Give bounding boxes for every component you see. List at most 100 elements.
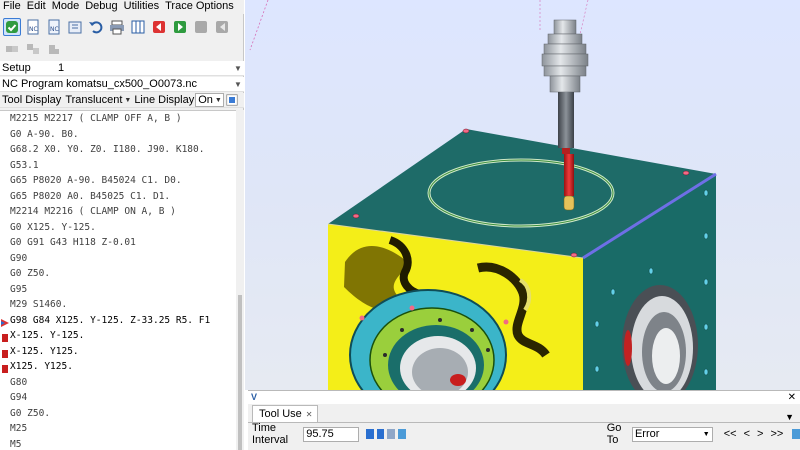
code-line[interactable]: G65 P8020 A-90. B45024 C1. D0. — [0, 173, 236, 189]
nc-import-icon[interactable] — [66, 18, 84, 36]
code-line[interactable]: G53.1 — [0, 158, 236, 174]
tab-tool-use[interactable]: Tool Use ✕ — [252, 405, 318, 422]
panel-tab-bar: Tool Use ✕ ▼ — [248, 405, 800, 423]
link-icon[interactable] — [3, 40, 21, 58]
code-line[interactable]: G80 — [0, 375, 236, 391]
tab-close-icon[interactable]: ✕ — [306, 410, 313, 419]
time-interval-label: Time Interval — [252, 422, 289, 446]
go-to-label: Go To — [606, 422, 622, 446]
code-line[interactable]: G0 G91 G43 H118 Z-0.01 — [0, 235, 236, 251]
chevron-down-icon[interactable]: ▼ — [232, 80, 244, 89]
trace-icon[interactable] — [192, 18, 210, 36]
settings-icon[interactable] — [225, 93, 239, 107]
code-line[interactable]: M2214 M2216 ( CLAMP ON A, B ) — [0, 204, 236, 220]
menu-file[interactable]: File — [0, 0, 24, 14]
machine-scene — [249, 0, 717, 390]
left-panel: File Edit Mode Debug Utilities Trace Opt… — [0, 0, 244, 450]
nc-open-icon[interactable]: NC — [45, 18, 63, 36]
menu-edit[interactable]: Edit — [24, 0, 49, 14]
tool-display-select[interactable]: Translucent ▼ — [63, 93, 133, 107]
time-interval-input[interactable] — [303, 426, 360, 442]
first-button[interactable]: << — [722, 428, 739, 440]
code-line[interactable]: G98 G84 X125. Y-125. Z-33.25 R5. F1 — [0, 313, 236, 329]
display-options-row: Tool Display Translucent ▼ Line Display … — [0, 93, 244, 108]
breakpoint-marker-icon — [1, 363, 9, 373]
code-line-text: M2215 M2217 ( CLAMP OFF A, B ) — [10, 113, 182, 124]
tab-tool-use-label: Tool Use — [259, 408, 302, 420]
last-button[interactable]: >> — [768, 428, 785, 440]
line-display-select[interactable]: On ▼ — [195, 93, 225, 107]
code-line[interactable]: M5 — [0, 437, 236, 450]
code-line[interactable]: X-125. Y-125. — [0, 328, 236, 344]
nc-file-icon[interactable]: NC — [24, 18, 42, 36]
nc-code-listing[interactable]: M2215 M2217 ( CLAMP OFF A, B ) G0 A-90. B… — [0, 110, 236, 450]
code-line[interactable]: G0 Z50. — [0, 406, 236, 422]
code-line-text: M2214 M2216 ( CLAMP ON A, B ) — [10, 206, 176, 217]
setup-value[interactable]: 1 — [56, 62, 232, 74]
code-line-text: G80 — [10, 376, 28, 388]
code-line-text: G68.2 X0. Y0. Z0. I180. J90. K180. — [10, 144, 205, 155]
code-line-text: G53.1 — [10, 159, 39, 171]
columns-icon[interactable] — [129, 18, 147, 36]
nc-program-row[interactable]: NC Program komatsu_cx500_O0073.nc ▼ — [0, 77, 244, 92]
code-line-text: G95 — [10, 283, 28, 295]
close-icon[interactable]: ✕ — [788, 392, 796, 403]
nc-program-label: NC Program — [2, 78, 64, 90]
code-line[interactable]: G68.2 X0. Y0. Z0. I180. J90. K180. — [0, 142, 236, 158]
code-line[interactable]: X125. Y125. — [0, 359, 236, 375]
export-icon[interactable] — [792, 429, 800, 439]
print-icon[interactable] — [108, 18, 126, 36]
menu-mode[interactable]: Mode — [49, 0, 83, 14]
rewind-icon[interactable] — [213, 18, 231, 36]
panel-menu-icon[interactable]: ▼ — [785, 412, 794, 422]
zoom-out-icon[interactable] — [376, 429, 385, 439]
menu-trace-options[interactable]: Trace Options — [162, 0, 237, 14]
setup-row[interactable]: Setup 1 ▼ — [0, 61, 244, 76]
code-line-text: M25 — [10, 423, 28, 434]
code-line[interactable]: M2215 M2217 ( CLAMP OFF A, B ) — [0, 111, 236, 127]
nc-program-value[interactable]: komatsu_cx500_O0073.nc — [63, 78, 232, 90]
code-line-text: G0 A-90. B0. — [10, 128, 79, 140]
toolbar-secondary — [0, 39, 244, 59]
code-line-text: G0 Z50. — [10, 407, 51, 419]
code-line[interactable]: M29 S1460. — [0, 297, 236, 313]
machine-3d-viewport[interactable] — [245, 0, 800, 390]
go-to-value: Error — [634, 428, 660, 440]
unlink-icon[interactable] — [24, 40, 42, 58]
chevron-down-icon[interactable]: ▼ — [232, 64, 244, 73]
code-line[interactable]: G0 A-90. B0. — [0, 127, 236, 143]
toolbar-main: NC NC — [0, 16, 244, 38]
code-line[interactable]: M25 — [0, 421, 236, 437]
code-line[interactable]: G95 — [0, 282, 236, 298]
menu-debug[interactable]: Debug — [82, 0, 120, 14]
svg-text:NC: NC — [29, 26, 38, 33]
code-line-text: G0 X125. Y-125. — [10, 221, 96, 233]
next-button[interactable]: > — [755, 428, 765, 440]
code-scrollbar-thumb[interactable] — [238, 295, 242, 450]
grid-icon[interactable] — [387, 429, 396, 439]
undo-icon[interactable] — [87, 18, 105, 36]
tool-display-value: Translucent — [65, 94, 123, 106]
code-line[interactable]: G90 — [0, 251, 236, 267]
code-line-text: X-125. Y-125. — [10, 330, 85, 341]
export-icon[interactable] — [398, 429, 406, 439]
check-icon[interactable] — [3, 18, 21, 36]
code-line-text: G90 — [10, 252, 28, 264]
go-to-select[interactable]: Error ▼ — [631, 426, 713, 442]
zoom-in-icon[interactable] — [366, 429, 374, 439]
previous-button[interactable]: < — [742, 428, 752, 440]
code-line[interactable]: G0 X125. Y-125. — [0, 220, 236, 236]
code-line-text: G65 P8020 A-90. B45024 C1. D0. — [10, 175, 182, 186]
code-line-text: M5 — [10, 438, 22, 450]
code-line[interactable]: G65 P8020 A0. B45025 C1. D1. — [0, 189, 236, 205]
step-back-icon[interactable] — [150, 18, 168, 36]
code-line[interactable]: G0 Z50. — [0, 266, 236, 282]
menu-utilities[interactable]: Utilities — [121, 0, 162, 14]
code-line-text: X-125. Y125. — [10, 345, 79, 357]
code-line-text: G94 — [10, 392, 28, 403]
code-line-text: M29 S1460. — [10, 299, 68, 310]
copy-icon[interactable] — [45, 40, 63, 58]
code-line[interactable]: X-125. Y125. — [0, 344, 236, 360]
code-line[interactable]: G94 — [0, 390, 236, 406]
step-forward-icon[interactable] — [171, 18, 189, 36]
